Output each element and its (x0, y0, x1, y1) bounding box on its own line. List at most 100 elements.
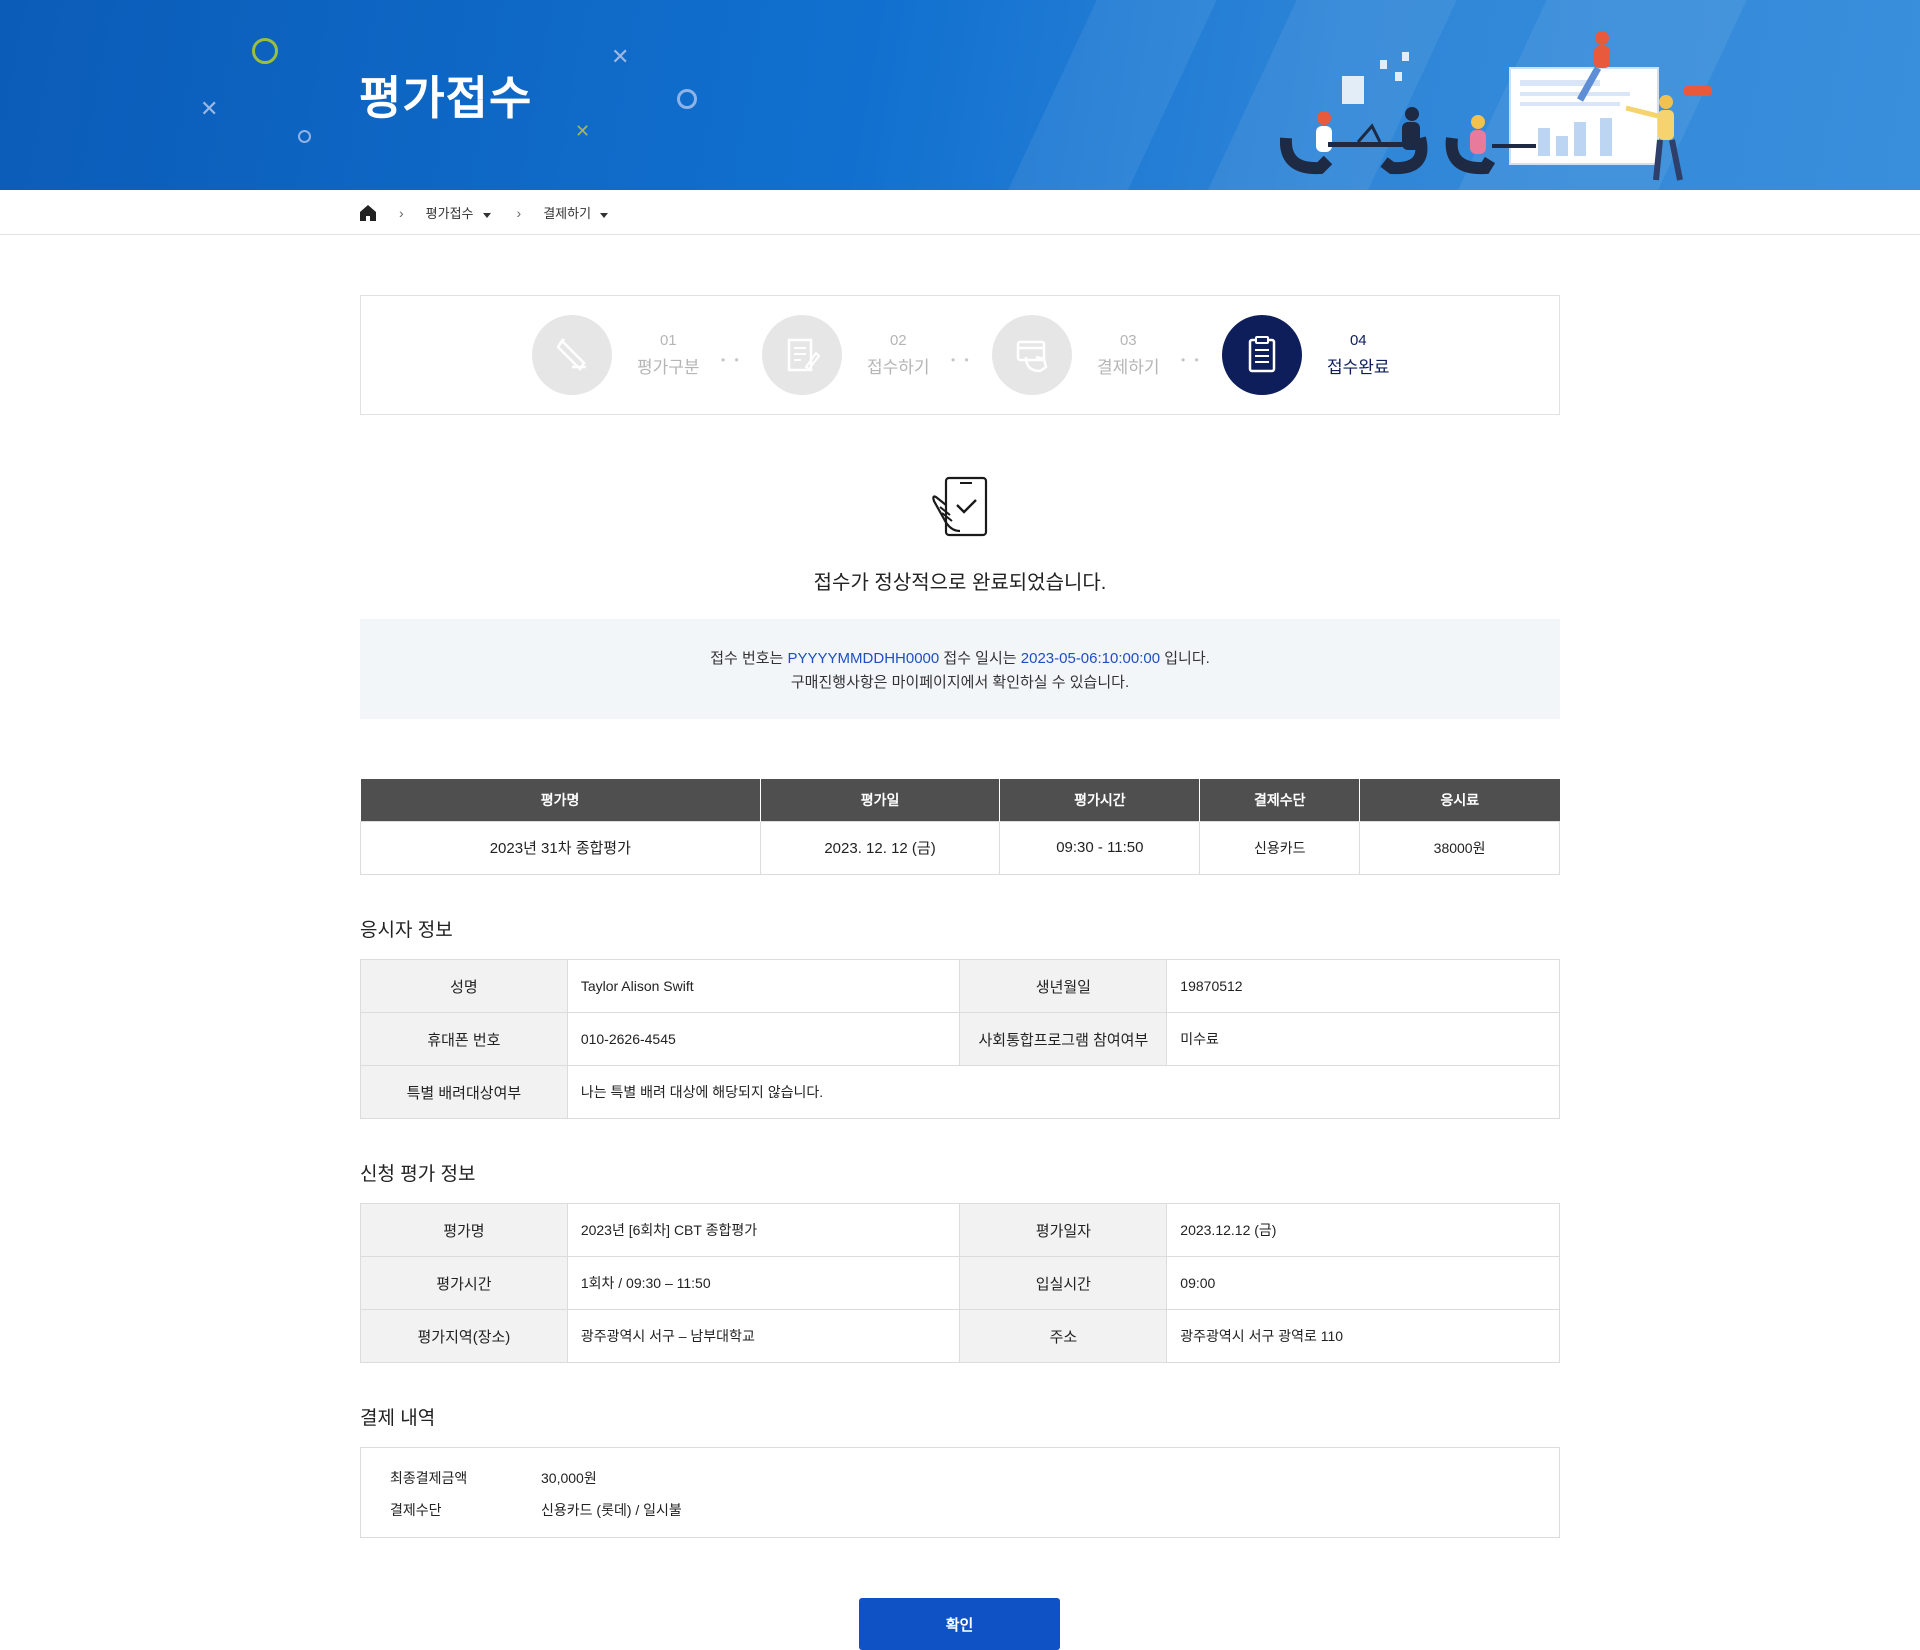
field-label: 생년월일 (959, 959, 1168, 1013)
breadcrumb-item-evaluation[interactable]: 평가접수 (426, 203, 491, 222)
applicant-birth: 19870512 (1166, 959, 1560, 1013)
payment-method: 신용카드 (롯데) / 일시불 (541, 1502, 682, 1518)
table-row: 평가시간 1회차 / 09:30 – 11:50 입실시간 09:00 (360, 1256, 1560, 1310)
column-header: 평가일 (760, 779, 1001, 821)
notice-text: 접수 번호는 (710, 650, 788, 667)
table-row: 평가명 2023년 [6회차] CBT 종합평가 평가일자 2023.12.12… (360, 1203, 1560, 1257)
payment-details: 최종결제금액 30,000원 결제수단 신용카드 (롯데) / 일시불 (360, 1447, 1560, 1538)
step-name: 접수하기 (867, 358, 930, 377)
breadcrumb-bar: › 평가접수 › 결제하기 (0, 190, 1920, 235)
decor-x-icon: ✕ (200, 96, 219, 121)
step-number: 04 (1349, 332, 1367, 349)
receipt-number: PYYYYMMDDHH0000 (787, 650, 940, 667)
tablet-check-icon (932, 476, 988, 537)
table-cell: 38000원 (1359, 820, 1560, 875)
section-title-application: 신청 평가 정보 (360, 1164, 476, 1185)
step-number: 03 (1119, 332, 1137, 349)
breadcrumb-separator-icon: › (399, 204, 404, 221)
column-header: 평가명 (360, 779, 761, 821)
exam-summary-table: 평가명 평가일 평가시간 결제수단 응시료 2023년 31차 종합평가 202… (360, 779, 1560, 875)
decor-x-icon: ✕ (575, 121, 591, 141)
exam-region: 광주광역시 서구 – 남부대학교 (566, 1309, 961, 1363)
exam-time: 1회차 / 09:30 – 11:50 (566, 1256, 961, 1310)
column-header: 응시료 (1359, 779, 1560, 821)
applicant-name: Taylor Alison Swift (566, 959, 961, 1013)
field-label: 결제수단 (390, 1502, 442, 1518)
receipt-datetime: 2023-05-06:10:00:00 (1020, 650, 1161, 667)
applicant-phone: 010-2626-4545 (566, 1012, 961, 1066)
field-label: 성명 (360, 959, 568, 1013)
field-label: 입실시간 (959, 1256, 1168, 1310)
field-label: 평가시간 (360, 1256, 568, 1310)
office-illustration-icon (1280, 31, 1712, 181)
exam-name: 2023년 [6회차] CBT 종합평가 (566, 1203, 961, 1257)
breadcrumb-label: 결제하기 (543, 206, 592, 221)
payment-method-row: 결제수단 신용카드 (롯데) / 일시불 (390, 1500, 682, 1520)
table-cell: 2023년 31차 종합평가 (360, 820, 761, 875)
chevron-down-icon (482, 213, 491, 218)
field-label: 평가일자 (959, 1203, 1168, 1257)
header-banner: ✕ ✕ ✕ 평가접수 (0, 0, 1920, 190)
table-cell: 09:30 - 11:50 (999, 820, 1201, 875)
exam-date: 2023.12.12 (금) (1166, 1203, 1560, 1257)
step-2: 02 접수하기 (762, 315, 930, 395)
field-label: 특별 배려대상여부 (360, 1065, 568, 1119)
clipboard-icon (1222, 315, 1302, 395)
progress-steps: 01 평가구분 • • 02 접수하기 • • 03 결제하기 • • 04 접수완료 (360, 295, 1560, 415)
table-row: 2023년 31차 종합평가 2023. 12. 12 (금) 09:30 - … (360, 820, 1560, 875)
confirm-button[interactable]: 확인 (859, 1598, 1060, 1650)
field-label: 사회통합프로그램 참여여부 (959, 1012, 1168, 1066)
breadcrumb: › 평가접수 › 결제하기 (359, 190, 609, 235)
decor-ring-icon (252, 38, 278, 64)
field-label: 주소 (959, 1309, 1168, 1363)
decor-ring-icon (298, 130, 311, 143)
pen-icon (532, 315, 612, 395)
page-title: 평가접수 (359, 72, 533, 124)
notice-line-1: 접수 번호는 PYYYYMMDDHH0000 접수 일시는 2023-05-06… (360, 647, 1560, 668)
breadcrumb-separator-icon: › (516, 204, 522, 221)
column-header: 결제수단 (1199, 779, 1361, 821)
step-4: 04 접수완료 (1222, 315, 1390, 395)
applicant-program: 미수료 (1166, 1012, 1560, 1066)
section-title-payment: 결제 내역 (360, 1408, 436, 1429)
step-name: 접수완료 (1327, 358, 1390, 377)
step-divider: • • (721, 353, 742, 367)
decor-ring-icon (677, 89, 697, 109)
step-number: 02 (889, 332, 907, 349)
chevron-down-icon (600, 213, 609, 218)
field-label: 최종결제금액 (390, 1470, 468, 1486)
table-cell: 2023. 12. 12 (금) (759, 820, 1001, 875)
applicant-info-table: 성명 Taylor Alison Swift 생년월일 19870512 휴대폰… (360, 959, 1561, 1119)
table-row: 평가지역(장소) 광주광역시 서구 – 남부대학교 주소 광주광역시 서구 광역… (360, 1309, 1560, 1363)
table-cell: 신용카드 (1199, 820, 1361, 875)
step-3: 03 결제하기 (992, 315, 1160, 395)
document-edit-icon (762, 315, 842, 395)
table-row: 성명 Taylor Alison Swift 생년월일 19870512 (360, 959, 1560, 1013)
step-divider: • • (951, 353, 972, 367)
table-row: 휴대폰 번호 010-2626-4545 사회통합프로그램 참여여부 미수료 (360, 1012, 1560, 1066)
step-1: 01 평가구분 (532, 315, 700, 395)
field-label: 평가명 (360, 1203, 568, 1257)
payment-amount: 30,000원 (541, 1470, 597, 1486)
notice-line-2: 구매진행사항은 마이페이지에서 확인하실 수 있습니다. (790, 674, 1130, 691)
step-name: 결제하기 (1097, 358, 1160, 377)
home-icon[interactable] (359, 204, 377, 222)
notice-text: 입니다. (1160, 650, 1210, 667)
breadcrumb-label: 평가접수 (425, 206, 474, 221)
notice-text: 접수 일시는 (939, 650, 1021, 667)
field-label: 휴대폰 번호 (360, 1012, 568, 1066)
application-info-table: 평가명 2023년 [6회차] CBT 종합평가 평가일자 2023.12.12… (360, 1203, 1560, 1363)
breadcrumb-item-payment[interactable]: 결제하기 (543, 203, 609, 222)
column-header: 평가시간 (999, 779, 1201, 821)
decor-x-icon: ✕ (611, 44, 630, 69)
completion-message: 접수가 정상적으로 완료되었습니다. (813, 572, 1107, 594)
step-number: 01 (659, 332, 677, 349)
payment-amount-row: 최종결제금액 30,000원 (390, 1468, 597, 1488)
entry-time: 09:00 (1166, 1256, 1560, 1310)
table-row: 특별 배려대상여부 나는 특별 배려 대상에 해당되지 않습니다. (360, 1065, 1561, 1119)
card-payment-icon (992, 315, 1072, 395)
step-divider: • • (1181, 353, 1202, 367)
step-name: 평가구분 (637, 358, 700, 377)
exam-address: 광주광역시 서구 광역로 110 (1166, 1309, 1560, 1363)
field-label: 평가지역(장소) (360, 1309, 568, 1363)
